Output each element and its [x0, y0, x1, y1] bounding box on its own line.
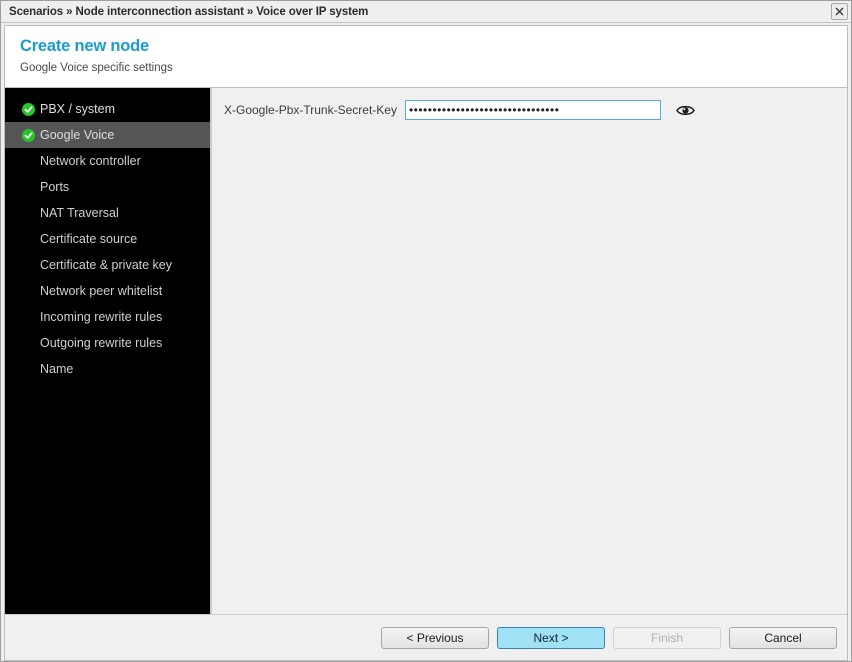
- sidebar-item-name[interactable]: Name: [5, 356, 210, 382]
- check-circle-icon: [21, 102, 35, 116]
- sidebar-item-label: Certificate & private key: [40, 258, 172, 272]
- sidebar-item-label: Outgoing rewrite rules: [40, 336, 163, 350]
- sidebar-item-certificate-source[interactable]: Certificate source: [5, 226, 210, 252]
- wizard-step-list: PBX / system Google Voice Network contro…: [5, 88, 211, 614]
- finish-button: Finish: [613, 626, 721, 649]
- secret-key-label: X-Google-Pbx-Trunk-Secret-Key: [224, 103, 397, 117]
- wizard-window: Scenarios » Node interconnection assista…: [0, 0, 852, 662]
- dialog-header: Create new node Google Voice specific se…: [5, 26, 847, 88]
- next-button[interactable]: Next >: [497, 626, 605, 649]
- sidebar-item-label: Incoming rewrite rules: [40, 310, 163, 324]
- check-circle-icon: [21, 128, 35, 142]
- dialog-body: PBX / system Google Voice Network contro…: [5, 88, 847, 614]
- secret-key-input[interactable]: [404, 100, 661, 120]
- sidebar-item-ports[interactable]: Ports: [5, 174, 210, 200]
- sidebar-item-certificate-private-key[interactable]: Certificate & private key: [5, 252, 210, 278]
- cancel-button[interactable]: Cancel: [729, 626, 837, 649]
- sidebar-item-label: Ports: [40, 180, 70, 194]
- sidebar-item-label: Name: [40, 362, 74, 376]
- sidebar-item-label: Network peer whitelist: [40, 284, 163, 298]
- sidebar-item-incoming-rewrite-rules[interactable]: Incoming rewrite rules: [5, 304, 210, 330]
- sidebar-item-label: Google Voice: [40, 128, 115, 142]
- sidebar-item-label: NAT Traversal: [40, 206, 119, 220]
- sidebar-item-network-peer-whitelist[interactable]: Network peer whitelist: [5, 278, 210, 304]
- eye-icon: [676, 105, 696, 115]
- page-title: Create new node: [20, 37, 150, 55]
- secret-key-field-row: X-Google-Pbx-Trunk-Secret-Key: [224, 100, 847, 120]
- previous-button[interactable]: < Previous: [381, 626, 489, 649]
- title-bar: Scenarios » Node interconnection assista…: [1, 1, 851, 23]
- dialog-frame: Create new node Google Voice specific se…: [4, 25, 848, 661]
- sidebar-item-pbx-system[interactable]: PBX / system: [5, 96, 210, 122]
- sidebar-item-label: PBX / system: [40, 102, 116, 116]
- breadcrumb: Scenarios » Node interconnection assista…: [9, 5, 369, 18]
- settings-pane: X-Google-Pbx-Trunk-Secret-Key: [211, 88, 847, 614]
- sidebar-item-label: Network controller: [40, 154, 141, 168]
- reveal-password-button[interactable]: [675, 101, 697, 119]
- sidebar-item-nat-traversal[interactable]: NAT Traversal: [5, 200, 210, 226]
- close-x-icon: [835, 7, 844, 16]
- sidebar-item-outgoing-rewrite-rules[interactable]: Outgoing rewrite rules: [5, 330, 210, 356]
- wizard-footer: < Previous Next > Finish Cancel: [5, 614, 847, 660]
- sidebar-item-google-voice[interactable]: Google Voice: [5, 122, 210, 148]
- page-subtitle: Google Voice specific settings: [20, 62, 173, 74]
- sidebar-item-label: Certificate source: [40, 232, 138, 246]
- close-window-button[interactable]: [831, 3, 848, 20]
- sidebar-item-network-controller[interactable]: Network controller: [5, 148, 210, 174]
